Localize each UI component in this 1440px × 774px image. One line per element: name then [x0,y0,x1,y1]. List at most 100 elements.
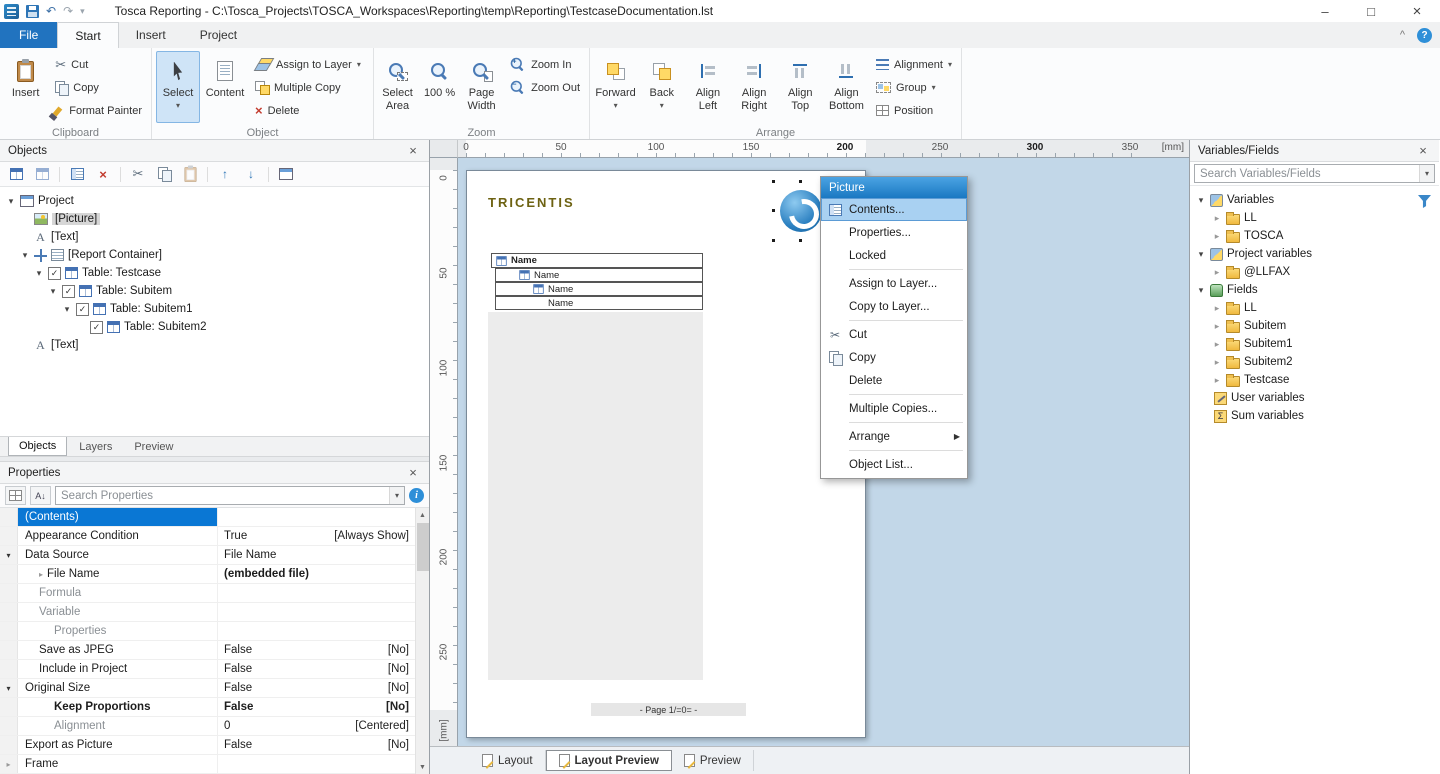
properties-search-input[interactable] [55,486,405,505]
tree-item-table-testcase[interactable]: ▾ ✓ Table: Testcase [0,264,429,282]
position-button[interactable]: Position [871,100,957,121]
tab-start[interactable]: Start [57,22,118,48]
page-brand-text[interactable]: TRICENTIS [488,195,575,210]
collapse-ribbon-icon[interactable]: ^ [1400,29,1405,41]
expander-icon[interactable]: ▸ [1212,231,1222,242]
expander-icon[interactable]: ▾ [34,268,44,279]
property-row-formula[interactable]: Formula [0,584,429,603]
zoom-in-button[interactable]: + Zoom In [504,54,585,75]
menu-item-cut[interactable]: ✂ Cut [821,323,967,346]
scroll-up-icon[interactable]: ▲ [416,508,429,522]
add-object-button[interactable] [7,165,25,183]
alignment-button[interactable]: Alignment ▾ [871,54,957,75]
table-body-area[interactable] [488,312,703,680]
redo-button[interactable]: ↷ [63,4,73,18]
move-down-button[interactable]: ↓ [242,165,260,183]
tree-item-llfax[interactable]: ▸ @LLFAX [1190,263,1439,281]
tree-item-text[interactable]: A [Text] [0,228,429,246]
expander-icon[interactable]: ▾ [6,196,16,207]
page-footer-text[interactable]: - Page 1/=0= - [591,703,746,716]
minimize-button[interactable]: – [1302,0,1348,22]
object-list-button[interactable] [277,165,295,183]
property-row-file-name[interactable]: ▸File Name (embedded file) [0,565,429,584]
report-page[interactable]: TRICENTIS [466,170,866,738]
menu-item-copy[interactable]: Copy [821,346,967,369]
expander-icon[interactable]: ▸ [39,570,43,579]
select-button[interactable]: Select ▾ [156,51,200,123]
variables-search-dropdown-icon[interactable]: ▾ [1419,165,1434,182]
scroll-down-icon[interactable]: ▼ [416,760,429,774]
menu-item-contents[interactable]: Contents... [821,198,967,221]
qat-dropdown-icon[interactable]: ▾ [80,6,85,17]
delete-object-button[interactable]: × [94,165,112,183]
tree-item-project[interactable]: ▾ Project [0,192,429,210]
help-icon[interactable]: ? [1417,28,1432,43]
property-row-alignment[interactable]: Alignment 0 [Centered] [0,717,429,736]
align-bottom-button[interactable]: Align Bottom [825,51,868,123]
visibility-checkbox[interactable]: ✓ [90,321,103,334]
edit-contents-button[interactable] [68,165,86,183]
tab-file[interactable]: File [0,22,57,48]
expander-icon[interactable]: ▾ [62,304,72,315]
selection-handle[interactable] [798,179,803,184]
format-painter-button[interactable]: Format Painter [50,100,147,121]
selection-handle[interactable] [798,238,803,243]
menu-item-assign-to-layer[interactable]: Assign to Layer... [821,272,967,295]
tree-item-project-variables[interactable]: ▾ Project variables [1190,245,1439,263]
table-row[interactable]: Name [495,268,703,282]
property-row-save-as-jpeg[interactable]: Save as JPEG False [No] [0,641,429,660]
expander-icon[interactable]: ▸ [1212,375,1222,386]
visibility-checkbox[interactable]: ✓ [76,303,89,316]
group-button[interactable]: Group ▾ [871,77,957,98]
insert-button[interactable]: Insert [4,51,47,123]
tree-item-subitem2[interactable]: ▸ Subitem2 [1190,353,1439,371]
expander-icon[interactable]: ▸ [1212,267,1222,278]
paste-object-button[interactable] [181,165,199,183]
expander-icon[interactable]: ▾ [1196,285,1206,296]
expander-icon[interactable]: ▸ [1212,303,1222,314]
tree-item-table-subitem2[interactable]: ✓ Table: Subitem2 [0,318,429,336]
content-button[interactable]: Content [203,51,247,123]
table-row[interactable]: Name [495,282,703,296]
scrollbar-thumb[interactable] [417,523,429,571]
expander-icon[interactable]: ▾ [1196,195,1206,206]
assign-to-layer-button[interactable]: Assign to Layer ▾ [250,54,366,75]
menu-item-locked[interactable]: Locked [821,244,967,267]
tree-item-picture[interactable]: [Picture] [0,210,429,228]
undo-button[interactable]: ↶ [46,4,56,18]
tree-item-tosca[interactable]: ▸ TOSCA [1190,227,1439,245]
visibility-checkbox[interactable]: ✓ [62,285,75,298]
copy-button[interactable]: Copy [50,77,147,98]
property-row-keep-proportions[interactable]: Keep Proportions False [No] [0,698,429,717]
group-dropdown-icon[interactable]: ▾ [932,83,936,92]
tree-item-table-subitem[interactable]: ▾ ✓ Table: Subitem [0,282,429,300]
expander-icon[interactable]: ▸ [1212,213,1222,224]
close-button[interactable]: × [1394,0,1440,22]
back-button[interactable]: Back ▾ [640,51,683,123]
save-button[interactable] [26,5,39,18]
expander-icon[interactable]: ▾ [0,679,18,697]
cut-object-button[interactable]: ✂ [129,165,147,183]
tab-layers[interactable]: Layers [69,437,122,456]
table-row[interactable]: Name [495,296,703,310]
properties-panel-close-icon[interactable]: × [405,465,421,480]
forward-dropdown-icon[interactable]: ▾ [614,101,618,110]
menu-item-delete[interactable]: Delete [821,369,967,392]
categorized-view-button[interactable] [5,486,26,505]
move-up-button[interactable]: ↑ [216,165,234,183]
tree-item-report-container[interactable]: ▾ [Report Container] [0,246,429,264]
maximize-button[interactable]: □ [1348,0,1394,22]
tree-item-fields-ll[interactable]: ▸ LL [1190,299,1439,317]
delete-button[interactable]: × Delete [250,100,366,121]
property-row-include-in-project[interactable]: Include in Project False [No] [0,660,429,679]
expander-icon[interactable]: ▸ [0,755,18,773]
variables-panel-close-icon[interactable]: × [1415,143,1431,158]
tree-item-user-variables[interactable]: User variables [1190,389,1439,407]
tree-item-ll[interactable]: ▸ LL [1190,209,1439,227]
tab-preview[interactable]: Preview [672,750,754,771]
property-row-data-source[interactable]: ▾ Data Source File Name [0,546,429,565]
cut-button[interactable]: ✂ Cut [50,54,147,75]
select-dropdown-icon[interactable]: ▾ [176,101,180,110]
tree-item-table-subitem1[interactable]: ▾ ✓ Table: Subitem1 [0,300,429,318]
tab-layout[interactable]: Layout [470,750,546,771]
